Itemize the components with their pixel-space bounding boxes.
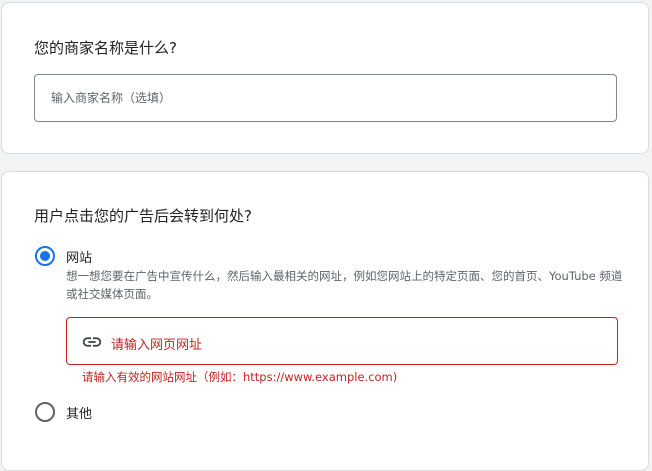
url-error-message: 请输入有效的网站网址（例如：https://www.example.com) — [82, 370, 398, 384]
destination-question: 用户点击您的广告后会转到何处? — [34, 207, 252, 225]
radio-unselected-icon[interactable] — [35, 402, 55, 422]
website-option-description: 想一想您要在广告中宣传什么，然后输入最相关的网址，例如您网站上的特定页面、您的首… — [66, 269, 623, 301]
business-name-question: 您的商家名称是什么? — [34, 39, 177, 57]
website-url-field[interactable]: 请输入网页网址 — [66, 317, 618, 365]
radio-label-other: 其他 — [66, 407, 93, 422]
radio-label-website: 网站 — [66, 251, 93, 266]
destination-card: 用户点击您的广告后会转到何处? 网站 想一想您要在广告中宣传什么，然后输入最相关… — [1, 171, 649, 471]
business-name-card: 您的商家名称是什么? — [1, 2, 649, 154]
business-name-input[interactable] — [34, 74, 617, 122]
url-placeholder: 请输入网页网址 — [111, 338, 203, 353]
link-icon — [82, 337, 102, 347]
radio-selected-icon[interactable] — [35, 246, 55, 266]
